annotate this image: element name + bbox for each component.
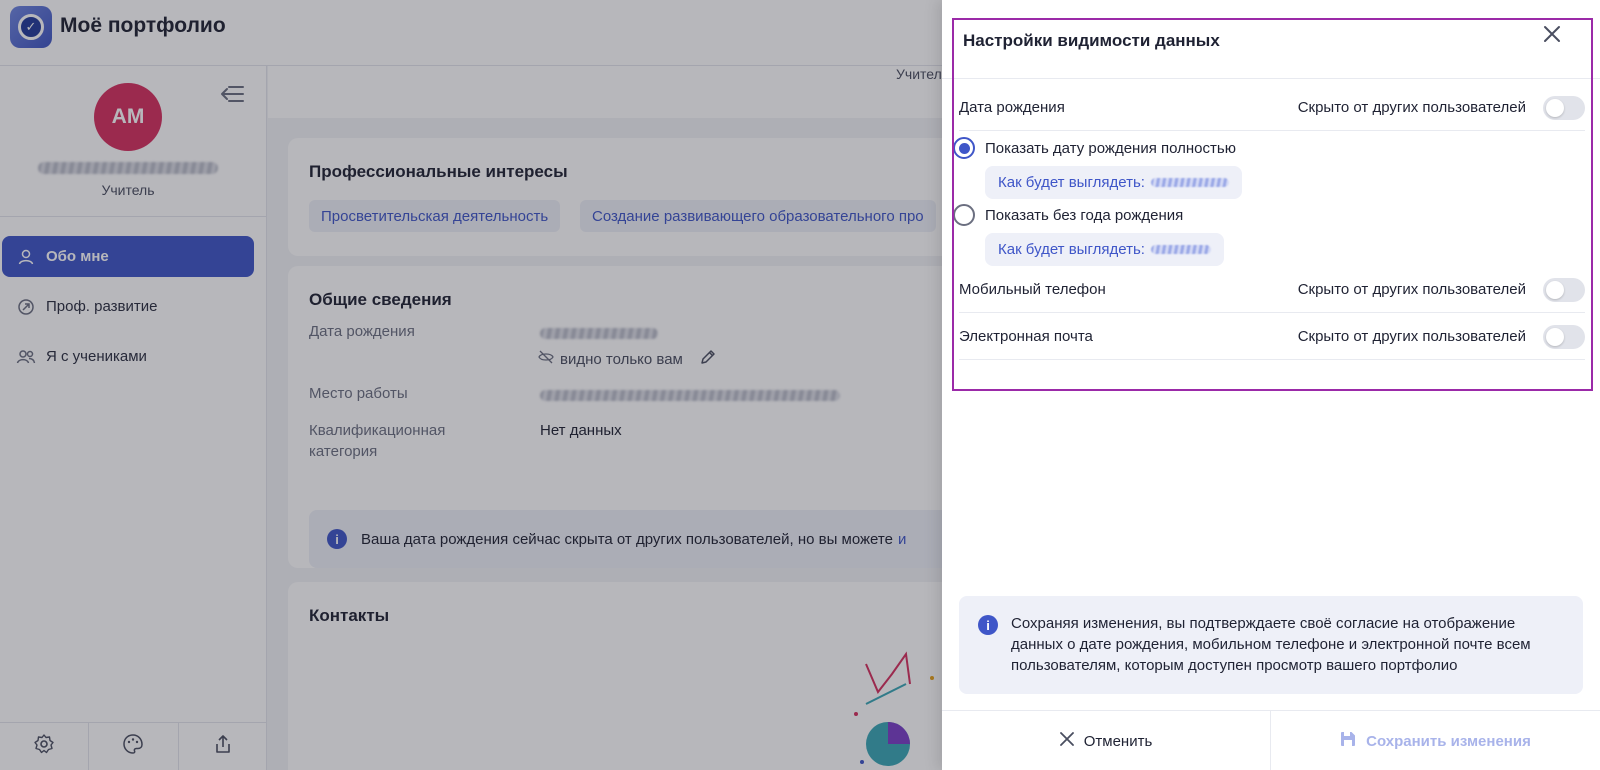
row-status: Скрыто от других пользователей [1297, 99, 1526, 116]
cancel-label: Отменить [1083, 732, 1153, 750]
preview-label: Как будет выглядеть: [998, 174, 1145, 191]
radio-label: Показать без года рождения [985, 206, 1184, 224]
cancel-button[interactable]: Отменить [942, 711, 1271, 770]
radio-checked-icon [953, 137, 975, 159]
row-label: Дата рождения [959, 99, 1065, 116]
close-button[interactable] [1540, 24, 1564, 48]
row-label: Электронная почта [959, 328, 1093, 345]
drawer-header: Настройки видимости данных [942, 0, 1600, 79]
birth-date-toggle[interactable] [1543, 96, 1585, 120]
email-visibility-row: Электронная почта Скрыто от других польз… [959, 314, 1585, 360]
radio-label: Показать дату рождения полностью [985, 139, 1236, 157]
preview-label: Как будет выглядеть: [998, 241, 1145, 258]
save-icon [1340, 731, 1356, 751]
radio-show-without-year[interactable]: Показать без года рождения [953, 204, 1183, 226]
info-icon: i [978, 615, 998, 635]
drawer-title: Настройки видимости данных [963, 31, 1220, 50]
row-status: Скрыто от других пользователей [1297, 328, 1526, 345]
toggle-knob [1546, 99, 1564, 117]
consent-info-box: i Сохраняя изменения, вы подтверждаете с… [959, 596, 1583, 694]
close-icon [1543, 25, 1561, 48]
toggle-knob [1546, 328, 1564, 346]
phone-visibility-row: Мобильный телефон Скрыто от других польз… [959, 267, 1585, 313]
save-label: Сохранить изменения [1366, 732, 1531, 750]
preview-redacted-value [1150, 178, 1229, 187]
phone-toggle[interactable] [1543, 278, 1585, 302]
preview-without-year: Как будет выглядеть: [985, 233, 1224, 266]
close-icon [1059, 732, 1074, 750]
consent-text: Сохраняя изменения, вы подтверждаете сво… [1011, 615, 1531, 674]
visibility-settings-drawer: Настройки видимости данных Дата рождения… [942, 0, 1600, 770]
drawer-footer: Отменить Сохранить изменения [942, 710, 1600, 770]
email-toggle[interactable] [1543, 325, 1585, 349]
row-label: Мобильный телефон [959, 281, 1106, 298]
radio-show-full-date[interactable]: Показать дату рождения полностью [953, 137, 1236, 159]
birth-date-visibility-row: Дата рождения Скрыто от других пользоват… [959, 85, 1585, 131]
radio-unchecked-icon [953, 204, 975, 226]
toggle-knob [1546, 281, 1564, 299]
preview-redacted-value [1150, 245, 1211, 254]
row-status: Скрыто от других пользователей [1297, 281, 1526, 298]
save-changes-button[interactable]: Сохранить изменения [1271, 711, 1600, 770]
preview-full-date: Как будет выглядеть: [985, 166, 1242, 199]
